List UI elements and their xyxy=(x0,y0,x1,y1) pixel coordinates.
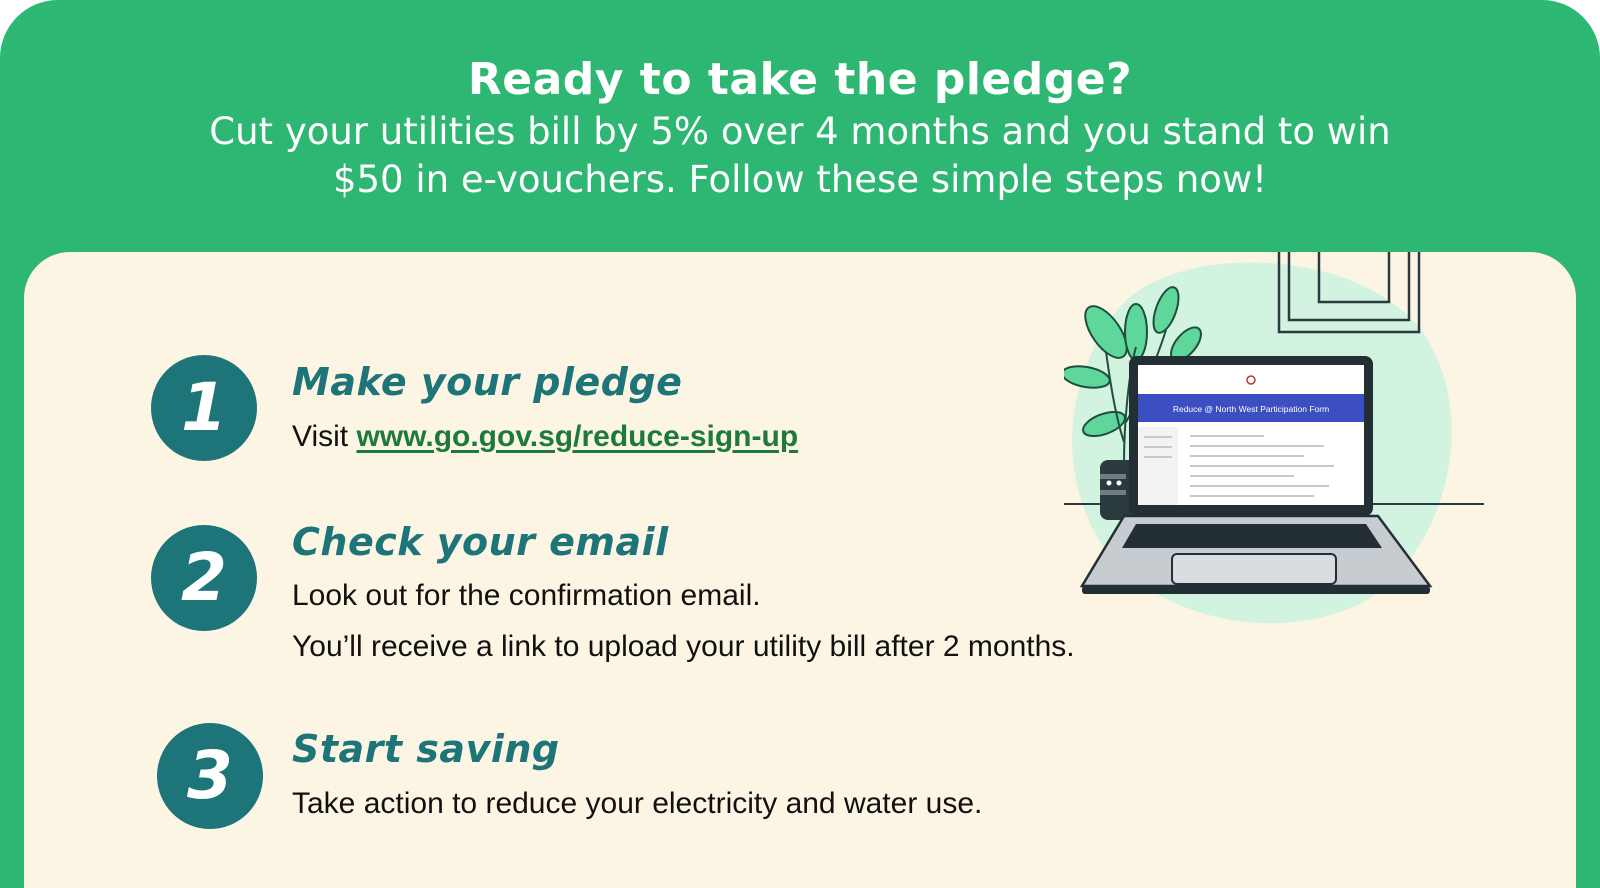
step-1-text-prefix: Visit xyxy=(292,420,357,453)
step-2-text-line2: You’ll receive a link to upload your uti… xyxy=(292,630,1075,663)
pledge-banner: Ready to take the pledge? Cut your utili… xyxy=(0,0,1600,888)
step-3-title: Start saving xyxy=(292,727,560,771)
step-3-text: Take action to reduce your electricity a… xyxy=(292,787,983,820)
step-2-text-line1: Look out for the confirmation email. xyxy=(292,579,761,612)
banner-title: Ready to take the pledge? xyxy=(467,54,1133,105)
step-2-title: Check your email xyxy=(292,520,669,564)
step-1-number-badge: 1 xyxy=(151,355,257,461)
laptop-with-plant-icon: Reduce @ North West Participation Form xyxy=(1064,252,1484,624)
banner-subtitle: Cut your utilities bill by 5% over 4 mon… xyxy=(209,110,1391,201)
form-title-text: Reduce @ North West Participation Form xyxy=(1173,404,1329,414)
steps-card: 1 Make your pledge Visit www.go.gov.sg/r… xyxy=(24,252,1576,888)
step-1-title: Make your pledge xyxy=(292,360,683,404)
step-2-number-badge: 2 xyxy=(151,525,257,631)
step-1-text: Visit www.go.gov.sg/reduce-sign-up xyxy=(292,420,798,454)
step-3-number-badge: 3 xyxy=(157,723,263,829)
sign-up-link[interactable]: www.go.gov.sg/reduce-sign-up xyxy=(356,420,798,453)
